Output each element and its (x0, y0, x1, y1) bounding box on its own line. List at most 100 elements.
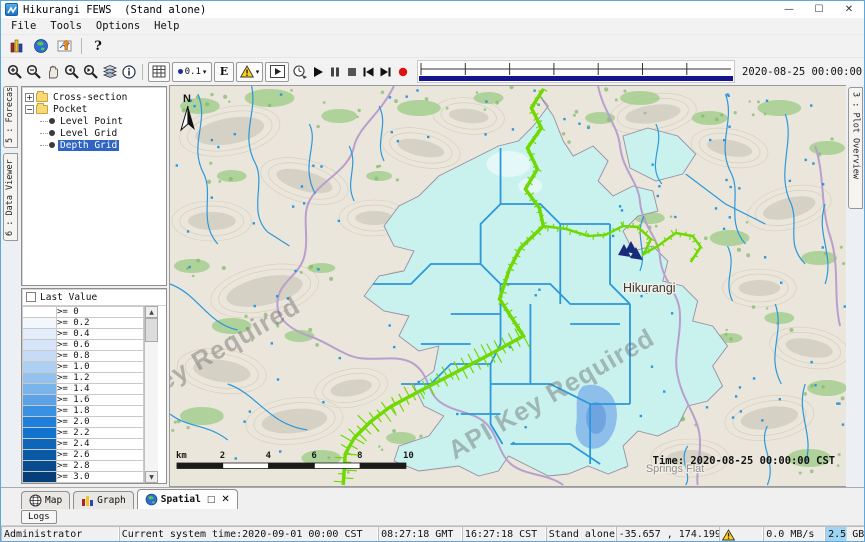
legend-value: >= 2.2 (57, 428, 144, 439)
legend-row[interactable]: >= 1.8 (23, 406, 144, 417)
interval-dropdown[interactable]: 0.1 ▾ (172, 62, 212, 82)
tab-data-viewer[interactable]: 6 : Data Viewer (3, 153, 18, 241)
legend-row[interactable]: >= 2.8 (23, 461, 144, 472)
legend-row[interactable]: >= 0.6 (23, 340, 144, 351)
warning-dropdown[interactable]: ▾ (236, 62, 263, 82)
menu-item-tools[interactable]: Tools (43, 20, 89, 32)
zoom-out-icon[interactable] (24, 62, 43, 82)
maximize-button[interactable]: ☐ (804, 1, 834, 18)
svg-text:10: 10 (403, 451, 414, 461)
scroll-down-icon[interactable]: ▼ (145, 471, 158, 483)
legend-row[interactable]: >= 0.8 (23, 351, 144, 362)
legend-row[interactable]: >= 0.4 (23, 329, 144, 340)
chevron-down-icon: ▾ (203, 68, 207, 76)
zoom-in-icon[interactable] (5, 62, 24, 82)
tree-item-cross-section[interactable]: + Cross-section (25, 91, 166, 103)
play-button[interactable] (309, 63, 326, 81)
legend-value: >= 1.4 (57, 384, 144, 395)
legend-swatch (23, 406, 57, 417)
legend-swatch (23, 461, 57, 472)
filter-tree: + Cross-section − PocketLevel PointLevel Gr… (21, 86, 167, 286)
zoom-next-icon[interactable] (81, 62, 100, 82)
legend-row[interactable]: >= 1.0 (23, 362, 144, 373)
logs-button[interactable]: Logs (21, 510, 57, 524)
skip-forward-button[interactable] (377, 63, 394, 81)
help-button[interactable]: ? (86, 36, 110, 56)
legend-toggle-label: E (220, 65, 228, 78)
map-display-icon[interactable] (53, 36, 77, 56)
close-button[interactable]: ✕ (834, 1, 864, 18)
info-icon[interactable] (119, 62, 138, 82)
right-tab-strip: 3 : Plot Overview (846, 85, 864, 487)
menu-item-file[interactable]: File (4, 20, 43, 32)
tree-item-level-grid[interactable]: Level Grid (25, 127, 166, 139)
legend-row[interactable]: >= 3.0 (23, 472, 144, 483)
legend-row[interactable]: >= 2.4 (23, 439, 144, 450)
legend-value: >= 2.8 (57, 461, 144, 472)
status-warning-icon[interactable] (719, 526, 763, 542)
legend-row[interactable]: >= 1.2 (23, 373, 144, 384)
legend-toggle-button[interactable]: E (214, 62, 234, 82)
last-value-checkbox[interactable] (26, 292, 36, 302)
tab-plot-overview[interactable]: 3 : Plot Overview (848, 87, 863, 209)
zoom-previous-icon[interactable] (62, 62, 81, 82)
menu-item-options[interactable]: Options (89, 20, 147, 32)
legend-table: >= 0>= 0.2>= 0.4>= 0.6>= 0.8>= 1.0>= 1.2… (22, 306, 144, 483)
tree-item-depth-grid[interactable]: Depth Grid (25, 139, 166, 151)
titlebar: Hikurangi FEWS (Stand alone) — ☐ ✕ (1, 1, 864, 18)
stop-button[interactable] (343, 63, 360, 81)
globe-icon[interactable] (29, 36, 53, 56)
detach-tab-icon[interactable]: □ (207, 495, 216, 505)
tree-item-label[interactable]: Level Point (58, 116, 125, 127)
expand-icon[interactable]: + (25, 93, 34, 102)
time-slider[interactable] (417, 60, 735, 83)
grid-display-button[interactable] (148, 62, 170, 82)
tree-item-label[interactable]: Cross-section (51, 92, 129, 103)
menu-item-help[interactable]: Help (147, 20, 186, 32)
legend-row[interactable]: >= 2.6 (23, 450, 144, 461)
scrollbar-thumb[interactable] (145, 318, 158, 342)
skip-back-button[interactable] (360, 63, 377, 81)
tree-item-level-point[interactable]: Level Point (25, 115, 166, 127)
menubar: FileToolsOptionsHelp (1, 18, 864, 35)
folder-icon (36, 105, 48, 114)
bar-chart-icon (81, 494, 94, 507)
legend-swatch (23, 384, 57, 395)
minimize-button[interactable]: — (774, 1, 804, 18)
legend-row[interactable]: >= 0.2 (23, 318, 144, 329)
tree-item-label[interactable]: Pocket (51, 104, 89, 115)
collapse-icon[interactable]: − (25, 105, 34, 114)
node-bullet-icon (49, 118, 55, 124)
tab-map[interactable]: Map (21, 491, 70, 509)
close-tab-icon[interactable]: ✕ (221, 494, 229, 505)
scroll-up-icon[interactable]: ▲ (145, 306, 158, 318)
legend-row[interactable]: >= 0 (23, 307, 144, 318)
legend-scrollbar[interactable]: ▲ ▼ (144, 306, 158, 483)
app-logo-icon (5, 3, 18, 16)
layers-icon[interactable] (100, 62, 119, 82)
tree-item-pocket[interactable]: − Pocket (25, 103, 166, 115)
tab-spatial[interactable]: Spatial□✕ (137, 489, 238, 509)
legend-row[interactable]: >= 3.2 (23, 483, 144, 484)
map-canvas[interactable]: Hikurangi Springs Flat API Key Required … (169, 85, 846, 487)
legend-value: >= 0.4 (57, 329, 144, 340)
tree-item-label[interactable]: Level Grid (58, 128, 119, 139)
tree-item-label[interactable]: Depth Grid (58, 140, 119, 151)
last-value-label: Last Value (40, 292, 97, 303)
north-label: N (183, 93, 191, 105)
set-time-icon[interactable] (290, 62, 309, 82)
statusbar: AdministratorCurrent system time:2020-09… (1, 525, 864, 542)
legend-row[interactable]: >= 1.6 (23, 395, 144, 406)
explorer-icon[interactable] (5, 36, 29, 56)
tab-forecast[interactable]: 5 : Forecast (3, 86, 18, 148)
pan-hand-icon[interactable] (43, 62, 62, 82)
animation-button[interactable] (265, 62, 289, 82)
tab-graph[interactable]: Graph (73, 491, 134, 509)
legend-value: >= 2.0 (57, 417, 144, 428)
legend-row[interactable]: >= 1.4 (23, 384, 144, 395)
legend-row[interactable]: >= 2.2 (23, 428, 144, 439)
pause-button[interactable] (326, 63, 343, 81)
record-button[interactable] (394, 63, 411, 81)
legend-value: >= 1.2 (57, 373, 144, 384)
legend-row[interactable]: >= 2.0 (23, 417, 144, 428)
